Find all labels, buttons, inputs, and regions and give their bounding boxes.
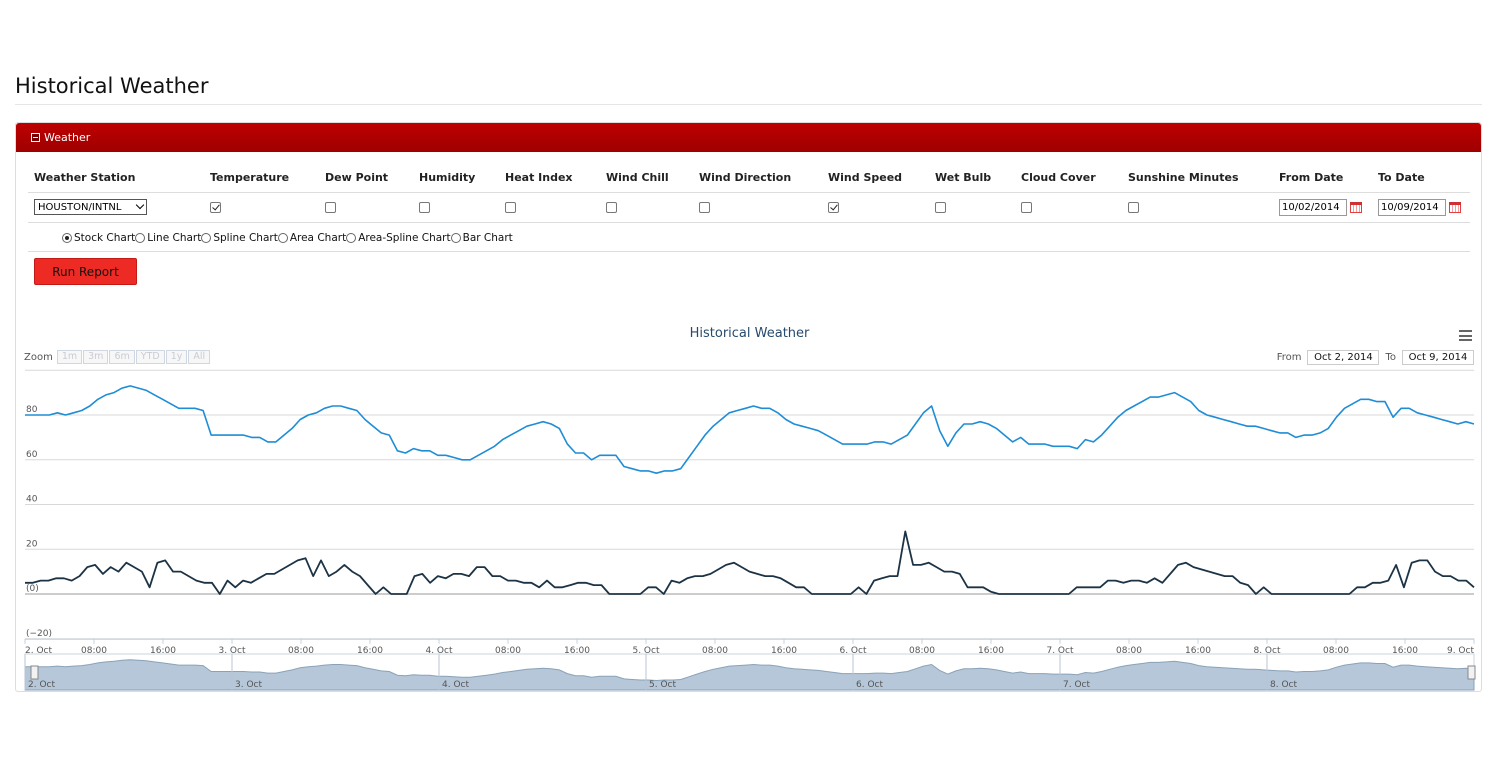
y-tick-label: 40: [26, 495, 38, 505]
navigator-label: 4. Oct: [442, 680, 469, 690]
y-tick-label: 20: [26, 539, 38, 549]
title-divider: [15, 104, 1482, 105]
navigator-label: 7. Oct: [1063, 680, 1090, 690]
navigator-label: 8. Oct: [1270, 680, 1297, 690]
navigator-label: 3. Oct: [235, 680, 262, 690]
y-tick-label: (−20): [26, 629, 52, 639]
weather-panel: Weather Weather Station Temperature Dew …: [15, 122, 1482, 692]
y-tick-label: (0): [26, 584, 39, 594]
y-tick-label: 80: [26, 405, 38, 415]
navigator-label: 5. Oct: [649, 680, 676, 690]
series-line-wind-speed: [25, 530, 1475, 595]
weather-chart: 80604020(0)(−20)2. Oct 08:00 16:00 3. Oct 08…: [24, 369, 1476, 691]
navigator-label: 6. Oct: [856, 680, 883, 690]
navigator-right-handle[interactable]: [1467, 665, 1476, 680]
page-title: Historical Weather: [15, 74, 209, 98]
navigator-label: 2. Oct: [28, 680, 55, 690]
navigator-left-handle[interactable]: [30, 665, 39, 680]
y-tick-label: 60: [26, 450, 38, 460]
